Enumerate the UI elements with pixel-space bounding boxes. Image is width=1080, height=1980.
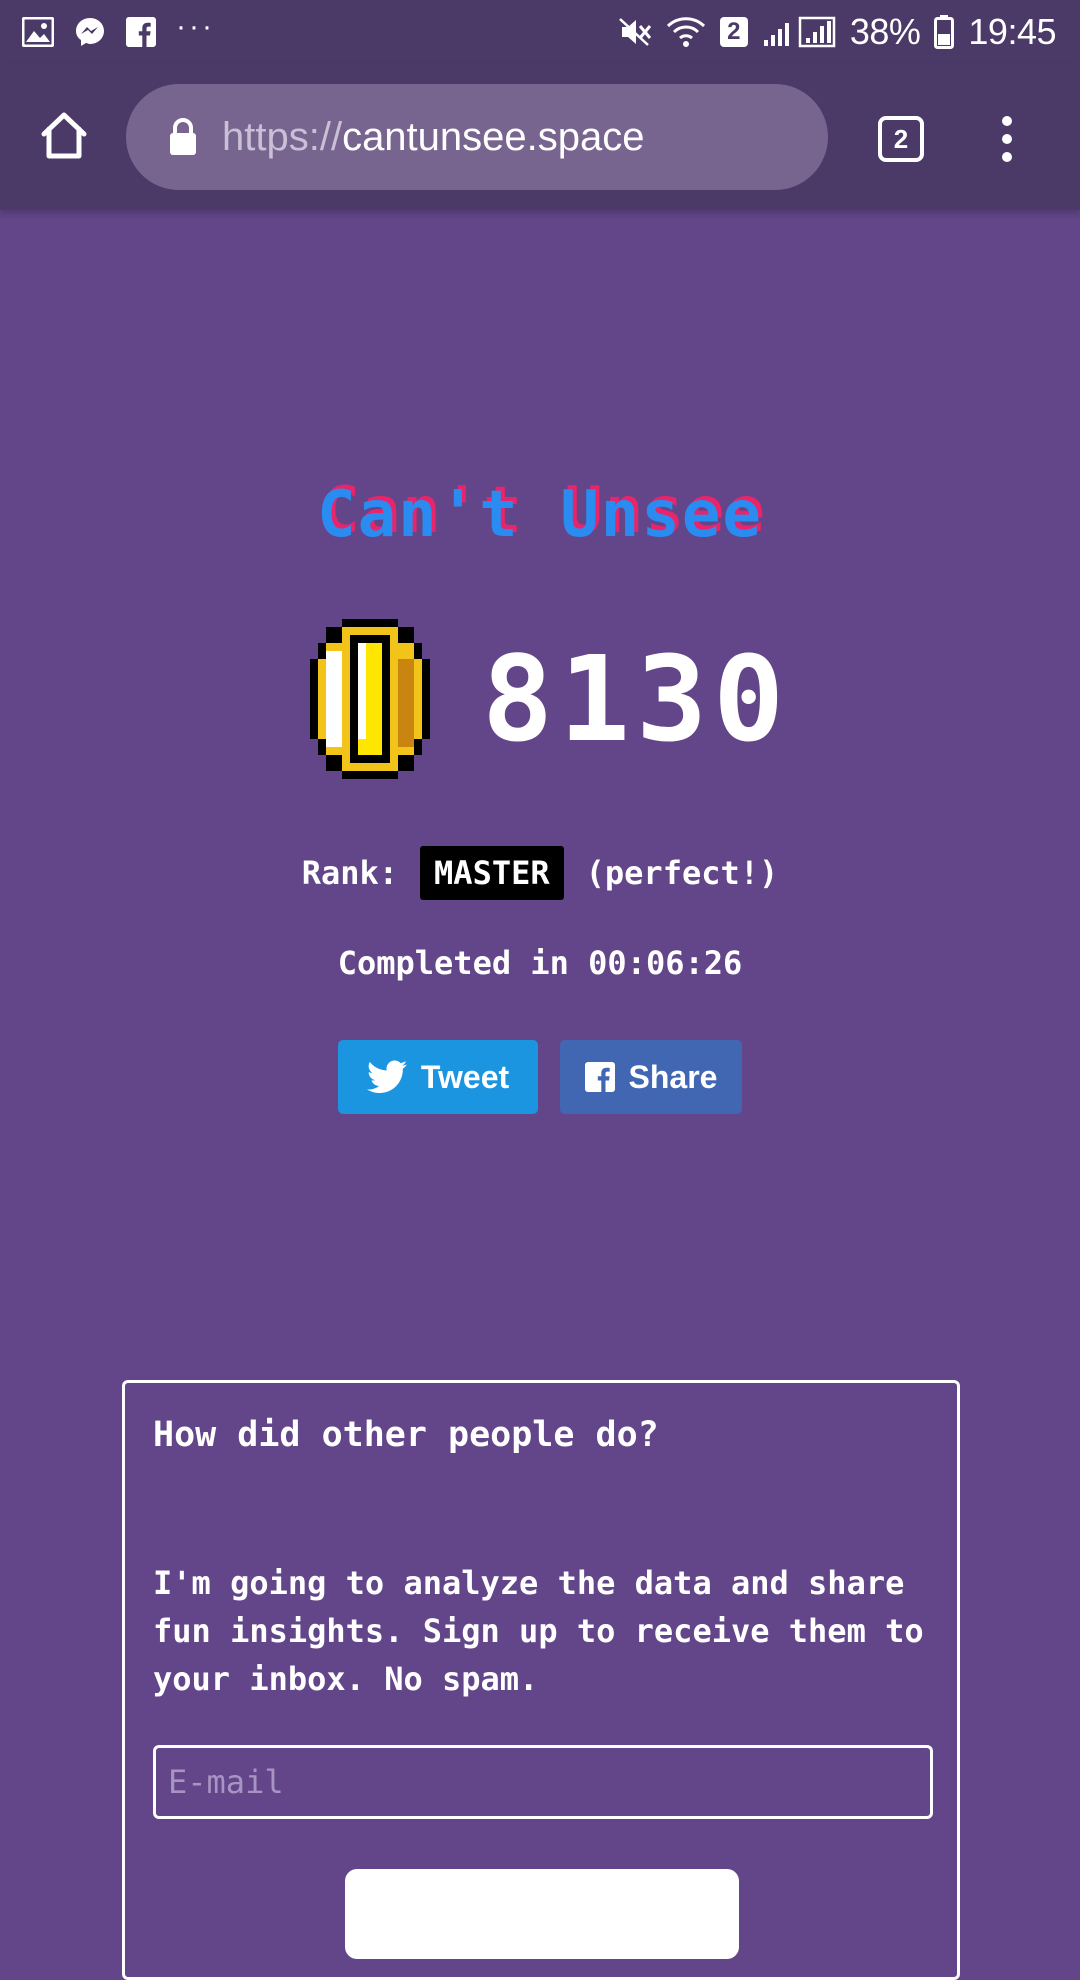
completed-label: Completed in [337, 944, 569, 982]
sim-indicator: 2 [719, 17, 748, 47]
site-logo[interactable]: Can't Unsee [0, 478, 1080, 552]
battery-percentage: 38% [849, 11, 921, 52]
rank-note: (perfect!) [585, 854, 779, 892]
twitter-icon [366, 1060, 407, 1093]
signal-icon [762, 16, 836, 48]
system-status: 2 38% 19:45 [618, 11, 1080, 53]
newsletter-signup-card: How did other people do? I'm going to an… [122, 1380, 960, 1980]
score-value: 8130 [482, 630, 791, 768]
browser-menu-button[interactable] [990, 114, 1024, 164]
home-icon [41, 112, 87, 159]
facebook-icon [126, 17, 156, 47]
completion-time: Completed in 00:06:26 [0, 944, 1080, 982]
rank-row: Rank: MASTER (perfect!) [0, 846, 1080, 900]
tweet-label: Tweet [420, 1058, 510, 1095]
url-text: https://cantunsee.space [222, 115, 645, 160]
clock: 19:45 [968, 11, 1056, 52]
completed-time-value: 00:06:26 [588, 944, 743, 982]
signup-description: I'm going to analyze the data and share … [153, 1564, 924, 1698]
signup-title: How did other people do? [153, 1415, 659, 1455]
tab-switcher-button[interactable]: 2 [878, 116, 924, 162]
more-notifications-indicator: ··· [176, 10, 215, 43]
signup-submit-button[interactable] [345, 1869, 739, 1959]
home-button[interactable] [38, 110, 90, 162]
facebook-share-button[interactable]: Share [560, 1040, 742, 1114]
coin-icon [310, 619, 430, 779]
facebook-share-icon [584, 1062, 615, 1092]
tab-count: 2 [893, 123, 909, 154]
messenger-icon [74, 16, 106, 48]
address-bar[interactable]: https://cantunsee.space [126, 84, 828, 190]
gallery-icon [22, 17, 54, 47]
rank-badge: MASTER [420, 846, 564, 900]
url-host: cantunsee.space [342, 114, 645, 159]
email-field[interactable] [153, 1745, 933, 1819]
score-display: 8130 [0, 618, 1080, 780]
rank-label: Rank: [301, 854, 399, 892]
url-scheme: https:// [222, 114, 343, 159]
wifi-icon [666, 16, 706, 48]
more-vert-icon [1002, 116, 1012, 162]
browser-toolbar: https://cantunsee.space 2 [0, 64, 1080, 210]
mute-icon [618, 17, 652, 47]
lock-icon [170, 118, 196, 155]
notification-area: ··· [0, 12, 215, 48]
tweet-button[interactable]: Tweet [338, 1040, 538, 1114]
share-label: Share [628, 1058, 718, 1095]
status-bar: ··· 2 38% 19:45 [0, 0, 1080, 64]
battery-icon [934, 15, 955, 49]
share-buttons: Tweet Share [338, 1040, 742, 1114]
